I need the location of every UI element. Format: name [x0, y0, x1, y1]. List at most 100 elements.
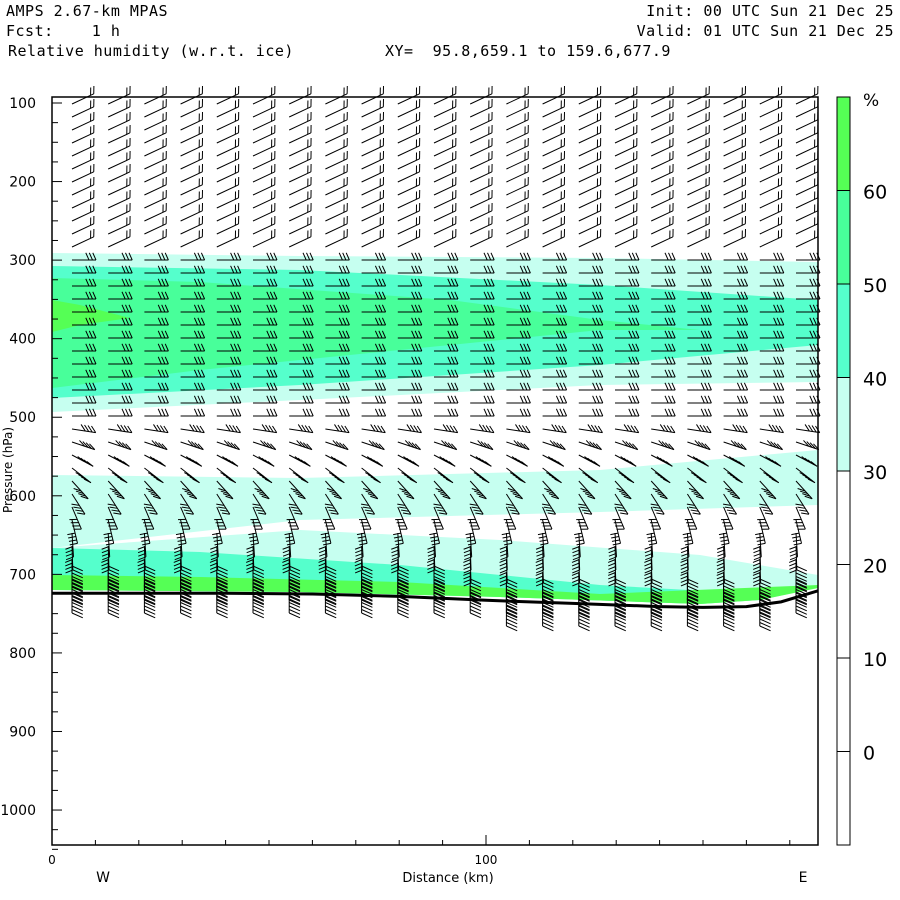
wind-barb	[723, 228, 746, 248]
wind-barb	[651, 395, 676, 404]
wind-barb	[542, 395, 568, 404]
wind-barb	[506, 440, 530, 451]
wind-barb	[108, 440, 132, 451]
wind-barb	[759, 424, 784, 434]
y-tick-label: 900	[9, 724, 36, 740]
wind-barb	[325, 408, 350, 417]
wind-barb	[578, 440, 602, 451]
cross-section-plot: 1002003004005006007008009001000 0 100 Pre…	[0, 85, 887, 886]
wind-barb	[361, 408, 387, 417]
colorbar-segment	[836, 96, 851, 191]
y-tick-label: 700	[9, 567, 36, 583]
wind-barb	[759, 252, 785, 261]
colorbar-segment	[836, 657, 851, 752]
wind-barb	[687, 440, 711, 451]
wind-barb	[253, 408, 278, 417]
wind-barb	[288, 228, 312, 248]
west-label: W	[96, 870, 110, 886]
colorbar-unit: %	[863, 91, 879, 111]
wind-barb	[687, 408, 712, 417]
wind-barb	[180, 440, 204, 451]
wind-barb	[470, 424, 495, 434]
wind-barb	[795, 440, 820, 451]
wind-barb	[615, 395, 640, 404]
y-tick-label: 300	[9, 253, 36, 269]
wind-barb	[687, 252, 712, 261]
wind-barb	[252, 440, 277, 451]
wind-barb	[651, 424, 676, 434]
wind-barb	[325, 228, 348, 248]
wind-barb	[361, 228, 384, 248]
wind-barb	[542, 440, 566, 451]
wind-barb	[108, 424, 133, 434]
wind-barb	[288, 454, 311, 467]
colorbar-segment	[836, 751, 851, 846]
wind-barb	[470, 408, 495, 417]
wind-barb	[651, 408, 676, 417]
wind-barb	[361, 395, 387, 404]
wind-barb	[469, 228, 493, 248]
wind-barb	[216, 454, 239, 467]
wind-barb	[107, 454, 130, 467]
wind-barb	[795, 228, 819, 248]
wind-barb	[71, 424, 97, 434]
wind-barb	[687, 424, 712, 434]
wind-barb	[434, 408, 459, 417]
wind-barb	[289, 440, 313, 451]
wind-barb	[397, 395, 423, 404]
wind-barb	[469, 454, 492, 467]
wind-barb	[542, 408, 568, 417]
wind-barb	[759, 408, 785, 417]
wind-barb	[687, 382, 712, 391]
x-axis: 0 100	[48, 835, 791, 867]
wind-barb	[578, 408, 604, 417]
wind-barb	[361, 424, 386, 434]
wind-barb	[144, 228, 167, 248]
wind-barb	[687, 395, 712, 404]
colorbar-segment	[836, 564, 851, 659]
wind-barb	[434, 395, 459, 404]
wind-barb	[723, 440, 747, 451]
wind-barb	[542, 454, 565, 467]
wind-barb	[361, 440, 385, 451]
wind-barb	[71, 454, 94, 467]
colorbar-label: 30	[863, 462, 887, 484]
wind-barb	[506, 424, 531, 434]
colorbar-segment	[836, 190, 851, 285]
wind-barb	[433, 440, 458, 451]
wind-barb	[108, 408, 133, 417]
colorbar-label: 60	[863, 182, 887, 204]
y-tick-label: 100	[9, 96, 36, 112]
wind-barb	[578, 424, 603, 434]
wind-barb	[578, 228, 602, 248]
x-tick-label: 100	[475, 853, 498, 867]
wind-barb	[651, 440, 675, 451]
wind-barb	[144, 440, 168, 451]
wind-barb	[216, 228, 240, 248]
wind-barb	[144, 408, 169, 417]
y-tick-label: 500	[9, 410, 36, 426]
wind-barb	[325, 454, 347, 467]
wind-barb	[252, 454, 275, 467]
colorbar-segment	[836, 283, 851, 378]
wind-barb	[796, 382, 821, 391]
wind-barb	[107, 228, 131, 248]
wind-barb	[71, 440, 96, 451]
wind-barb	[180, 408, 206, 417]
x-tick-label: 0	[48, 853, 56, 867]
colorbar-label: 50	[863, 275, 887, 297]
wind-barb	[289, 408, 314, 417]
wind-barb	[650, 228, 674, 248]
colorbar-segment	[836, 377, 851, 472]
wind-barb	[506, 228, 529, 248]
wind-barb	[614, 228, 638, 248]
wind-barb	[397, 440, 421, 451]
colorbar-label: 0	[863, 743, 875, 765]
colorbar: 60 50 40 30 20 10 0	[836, 96, 887, 846]
wind-barb	[470, 440, 494, 451]
wind-barb	[289, 424, 314, 434]
wind-barb	[180, 454, 203, 467]
y-tick-label: 1000	[0, 803, 36, 819]
wind-barb	[325, 440, 349, 451]
wind-barb	[723, 424, 748, 434]
